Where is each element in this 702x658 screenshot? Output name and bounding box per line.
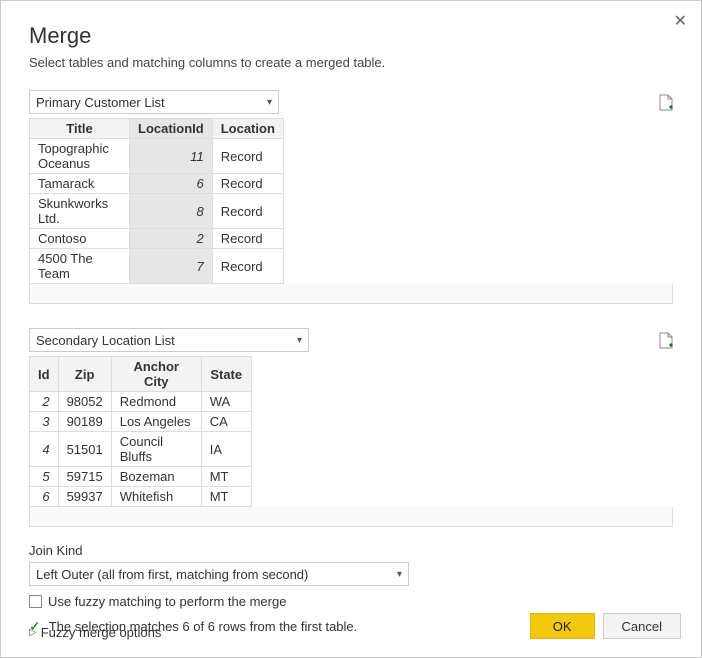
cell: Redmond <box>111 392 201 412</box>
cell: 6 <box>130 174 213 194</box>
first-table-footer <box>29 284 673 304</box>
col-header-selected[interactable]: LocationId <box>130 119 213 139</box>
table-row: 659937WhitefishMT <box>30 487 252 507</box>
cell: MT <box>201 467 251 487</box>
cancel-button[interactable]: Cancel <box>603 613 681 639</box>
cell: MT <box>201 487 251 507</box>
cell: 5 <box>30 467 59 487</box>
cell: Record <box>212 174 283 194</box>
fuzzy-checkbox[interactable] <box>29 595 42 608</box>
cell: 6 <box>30 487 59 507</box>
cell: Record <box>212 249 283 284</box>
cell: Tamarack <box>30 174 130 194</box>
table-row: 559715BozemanMT <box>30 467 252 487</box>
table-row: 4500 The Team7Record <box>30 249 284 284</box>
col-header[interactable]: State <box>201 357 251 392</box>
cell: 59937 <box>58 487 111 507</box>
first-table-select[interactable]: Primary Customer List ▾ <box>29 90 279 114</box>
join-kind-value: Left Outer (all from first, matching fro… <box>36 567 308 582</box>
join-kind-label: Join Kind <box>29 543 673 558</box>
second-table-select-value: Secondary Location List <box>36 333 175 348</box>
cell: Los Angeles <box>111 412 201 432</box>
second-table-footer <box>29 507 673 527</box>
cell: Record <box>212 229 283 249</box>
table-row: 390189Los AngelesCA <box>30 412 252 432</box>
cell: Topographic Oceanus <box>30 139 130 174</box>
cell: Council Bluffs <box>111 432 201 467</box>
first-table-select-value: Primary Customer List <box>36 95 165 110</box>
fuzzy-checkbox-label: Use fuzzy matching to perform the merge <box>48 594 286 609</box>
col-header[interactable]: Anchor City <box>111 357 201 392</box>
cell: Whitefish <box>111 487 201 507</box>
cell: Skunkworks Ltd. <box>30 194 130 229</box>
cell: 98052 <box>58 392 111 412</box>
chevron-down-icon: ▾ <box>267 97 272 108</box>
dialog-title: Merge <box>29 23 673 49</box>
cell: 2 <box>130 229 213 249</box>
table-row: Contoso2Record <box>30 229 284 249</box>
col-header[interactable]: Zip <box>58 357 111 392</box>
cell: IA <box>201 432 251 467</box>
table-row: 451501Council BluffsIA <box>30 432 252 467</box>
table-row: Tamarack6Record <box>30 174 284 194</box>
chevron-down-icon: ▾ <box>397 569 402 580</box>
ok-button[interactable]: OK <box>530 613 595 639</box>
match-status: The selection matches 6 of 6 rows from t… <box>49 619 358 634</box>
cell: 51501 <box>58 432 111 467</box>
cell: 7 <box>130 249 213 284</box>
cell: Record <box>212 139 283 174</box>
cell: 11 <box>130 139 213 174</box>
dialog-subtitle: Select tables and matching columns to cr… <box>29 55 673 70</box>
cell: 4500 The Team <box>30 249 130 284</box>
join-kind-select[interactable]: Left Outer (all from first, matching fro… <box>29 562 409 586</box>
col-header[interactable]: Title <box>30 119 130 139</box>
table-row: 298052RedmondWA <box>30 392 252 412</box>
table-row: Topographic Oceanus11Record <box>30 139 284 174</box>
cell: 90189 <box>58 412 111 432</box>
check-icon: ✓ <box>29 618 41 635</box>
cell: 3 <box>30 412 59 432</box>
cell: 59715 <box>58 467 111 487</box>
col-header[interactable]: Location <box>212 119 283 139</box>
first-table-preview: Title LocationId Location Topographic Oc… <box>29 118 284 284</box>
cell: 8 <box>130 194 213 229</box>
second-table-preview: Id Zip Anchor City State 298052RedmondWA… <box>29 356 252 507</box>
cell: Record <box>212 194 283 229</box>
close-button[interactable]: ✕ <box>674 11 687 31</box>
second-table-options-icon[interactable] <box>659 332 673 349</box>
cell: Contoso <box>30 229 130 249</box>
cell: CA <box>201 412 251 432</box>
cell: WA <box>201 392 251 412</box>
cell: Bozeman <box>111 467 201 487</box>
chevron-down-icon: ▾ <box>297 335 302 346</box>
first-table-options-icon[interactable] <box>659 94 673 111</box>
col-header[interactable]: Id <box>30 357 59 392</box>
cell: 2 <box>30 392 59 412</box>
cell: 4 <box>30 432 59 467</box>
table-row: Skunkworks Ltd.8Record <box>30 194 284 229</box>
second-table-select[interactable]: Secondary Location List ▾ <box>29 328 309 352</box>
